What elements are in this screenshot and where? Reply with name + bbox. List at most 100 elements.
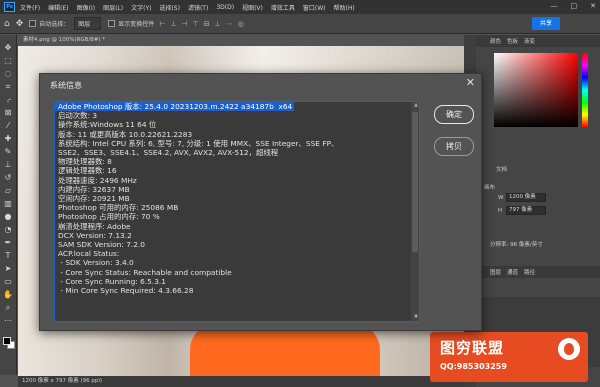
frame-icon[interactable]: ⊠ xyxy=(3,108,13,117)
show-transform-label: 显示变换控件 xyxy=(118,21,155,28)
ok-button[interactable]: 确定 xyxy=(434,105,474,124)
copy-button[interactable]: 拷贝 xyxy=(434,137,474,156)
align-top-icon[interactable]: ⊤ xyxy=(193,20,199,28)
healing-brush-icon[interactable]: ✚ xyxy=(3,134,13,143)
path-select-icon[interactable]: ➤ xyxy=(3,264,13,273)
menu-edit[interactable]: 编辑(E) xyxy=(48,3,68,12)
dodge-icon[interactable]: ◔ xyxy=(3,225,13,234)
tab-channels[interactable]: 通道 xyxy=(507,268,518,276)
blur-icon[interactable]: ● xyxy=(3,212,13,221)
lasso-icon[interactable]: ◌ xyxy=(3,69,13,78)
object-select-icon[interactable]: ⌗ xyxy=(3,82,13,91)
menu-file[interactable]: 文件(F) xyxy=(20,3,40,12)
auto-select-label: 自动选择： xyxy=(39,21,70,28)
info-line: DCX Version: 7.13.2 xyxy=(58,230,132,240)
system-info-dialog: 系统信息 ✕ Adobe Photoshop 版本: 25.4.0 202312… xyxy=(39,73,482,331)
brush-icon[interactable]: ✎ xyxy=(3,147,13,156)
doc-panel-label: 文档 xyxy=(496,167,508,173)
info-line: SAM SDK Version: 7.2.0 xyxy=(58,240,146,250)
resolution-label: 分辨率: 96 像素/英寸 xyxy=(490,242,543,248)
scroll-down-icon[interactable]: ▼ xyxy=(414,314,418,320)
tab-paths[interactable]: 路径 xyxy=(524,268,535,276)
info-line: 物理处理器数: 8 xyxy=(58,157,112,167)
window-controls: — □ ✕ xyxy=(551,2,597,10)
align-left-icon[interactable]: ⊢ xyxy=(159,20,165,28)
info-line: - SDK Version: 3.4.0 xyxy=(58,258,134,268)
eraser-icon[interactable]: ▱ xyxy=(3,186,13,195)
menu-layer[interactable]: 图层(L) xyxy=(103,3,123,12)
home-icon[interactable]: ⌂ xyxy=(4,19,10,29)
menu-select[interactable]: 选择(S) xyxy=(159,3,180,12)
menu-window[interactable]: 窗口(W) xyxy=(303,3,326,12)
clone-stamp-icon[interactable]: ⊥ xyxy=(3,160,13,169)
foreground-color-swatch[interactable] xyxy=(3,337,11,345)
pen-icon[interactable]: ✒ xyxy=(3,238,13,247)
maximize-icon[interactable]: □ xyxy=(571,2,578,10)
info-line: 处理器速度: 2496 MHz xyxy=(58,175,137,185)
info-line: 操作系统:Windows 11 64 位 xyxy=(58,120,157,130)
height-input[interactable]: 797 像素 xyxy=(506,206,546,215)
hue-slider[interactable] xyxy=(582,53,588,127)
color-field[interactable] xyxy=(494,53,578,127)
scroll-up-icon[interactable]: ▲ xyxy=(414,102,418,108)
tab-layers[interactable]: 图层 xyxy=(490,268,501,276)
align-center-icon[interactable]: ⊥ xyxy=(170,20,176,28)
move-tool-icon[interactable]: ✥ xyxy=(16,19,24,29)
distribute-icon[interactable]: ⋯ xyxy=(226,20,233,28)
align-bottom-icon[interactable]: ⊥ xyxy=(215,20,221,28)
info-line: SSE2、SSE3、SSE4.1、SSE4.2, AVX, AVX2, AVX-… xyxy=(58,148,279,158)
move-icon[interactable]: ✥ xyxy=(3,43,13,52)
height-label: H xyxy=(498,208,503,214)
menu-image[interactable]: 图像(I) xyxy=(77,3,95,12)
info-line: Photoshop 可用的内存: 25086 MB xyxy=(58,203,179,213)
system-info-text[interactable]: Adobe Photoshop 版本: 25.4.0 20231203.m.24… xyxy=(54,101,420,322)
align-middle-icon[interactable]: ⊟ xyxy=(204,20,210,28)
info-line: Photoshop 占用的内存: 70 % xyxy=(58,212,160,222)
menu-help[interactable]: 帮助(H) xyxy=(334,3,355,12)
watermark-logo-icon xyxy=(558,338,580,360)
marquee-icon[interactable]: ⬚ xyxy=(3,56,13,65)
menu-view[interactable]: 视图(V) xyxy=(242,3,263,12)
width-input[interactable]: 1200 像素 xyxy=(506,193,546,202)
info-line: 系统结构: Intel CPU 系列: 6, 型号: 7, 分级: 1 使用 M… xyxy=(58,138,339,148)
info-scrollbar[interactable]: ▲ ▼ xyxy=(411,102,419,321)
document-tab[interactable]: 素材4.png @ 100%(RGB/8#) * xyxy=(18,35,128,46)
close-window-icon[interactable]: ✕ xyxy=(590,2,596,10)
info-line: - Core Sync Running: 6.5.3.1 xyxy=(58,276,166,286)
hand-icon[interactable]: ✋ xyxy=(3,290,13,299)
auto-select-dropdown[interactable]: 图层 xyxy=(74,17,102,30)
more-tools-icon[interactable]: ⋯ xyxy=(3,316,13,325)
history-brush-icon[interactable]: ↺ xyxy=(3,173,13,182)
show-transform-checkbox[interactable] xyxy=(108,20,116,27)
info-line: 崩溃处理程序: Adobe xyxy=(58,221,131,231)
eyedropper-icon[interactable]: ⁄ xyxy=(3,121,13,130)
type-icon[interactable]: T xyxy=(3,251,13,260)
minimize-icon[interactable]: — xyxy=(551,2,558,10)
zoom-icon[interactable]: ⌕ xyxy=(3,303,13,312)
menu-plugins[interactable]: 增效工具 xyxy=(271,3,295,12)
menu-type[interactable]: 文字(Y) xyxy=(131,3,151,12)
color-panel-tabs: 颜色 色板 渐变 xyxy=(476,35,600,47)
info-line: 内建内存: 32637 MB xyxy=(58,184,130,194)
crop-icon[interactable]: ⌌ xyxy=(3,95,13,104)
menu-filter[interactable]: 滤镜(T) xyxy=(188,3,208,12)
status-bar: 1200 像素 x 797 像素 (96 ppi) xyxy=(18,376,464,387)
photoshop-logo: Ps xyxy=(4,2,15,12)
rectangle-icon[interactable]: ▭ xyxy=(3,277,13,286)
align-right-icon[interactable]: ⊣ xyxy=(182,20,188,28)
info-line: 空闲内存: 20921 MB xyxy=(58,194,130,204)
tab-color[interactable]: 颜色 xyxy=(490,37,501,45)
close-icon[interactable]: ✕ xyxy=(466,77,475,88)
auto-select-checkbox[interactable] xyxy=(29,20,37,27)
menu-3d[interactable]: 3D(D) xyxy=(216,4,234,11)
tab-swatches[interactable]: 色板 xyxy=(507,37,518,45)
tools-panel: ✥ ⬚ ◌ ⌗ ⌌ ⊠ ⁄ ✚ ✎ ⊥ ↺ ▱ ▥ ● ◔ ✒ T ➤ ▭ ✋ … xyxy=(0,35,17,375)
watermark-text: 图穷联盟 xyxy=(440,339,505,357)
3d-mode-icon[interactable]: ◎ xyxy=(238,20,244,28)
canvas-section-label: 画布 xyxy=(484,185,496,191)
gradient-icon[interactable]: ▥ xyxy=(3,199,13,208)
tab-gradients[interactable]: 渐变 xyxy=(524,37,535,45)
scrollbar-thumb[interactable] xyxy=(412,112,418,252)
share-button[interactable]: 共享 xyxy=(532,17,560,30)
info-line: - Min Core Sync Required: 4.3.66.28 xyxy=(58,286,194,296)
